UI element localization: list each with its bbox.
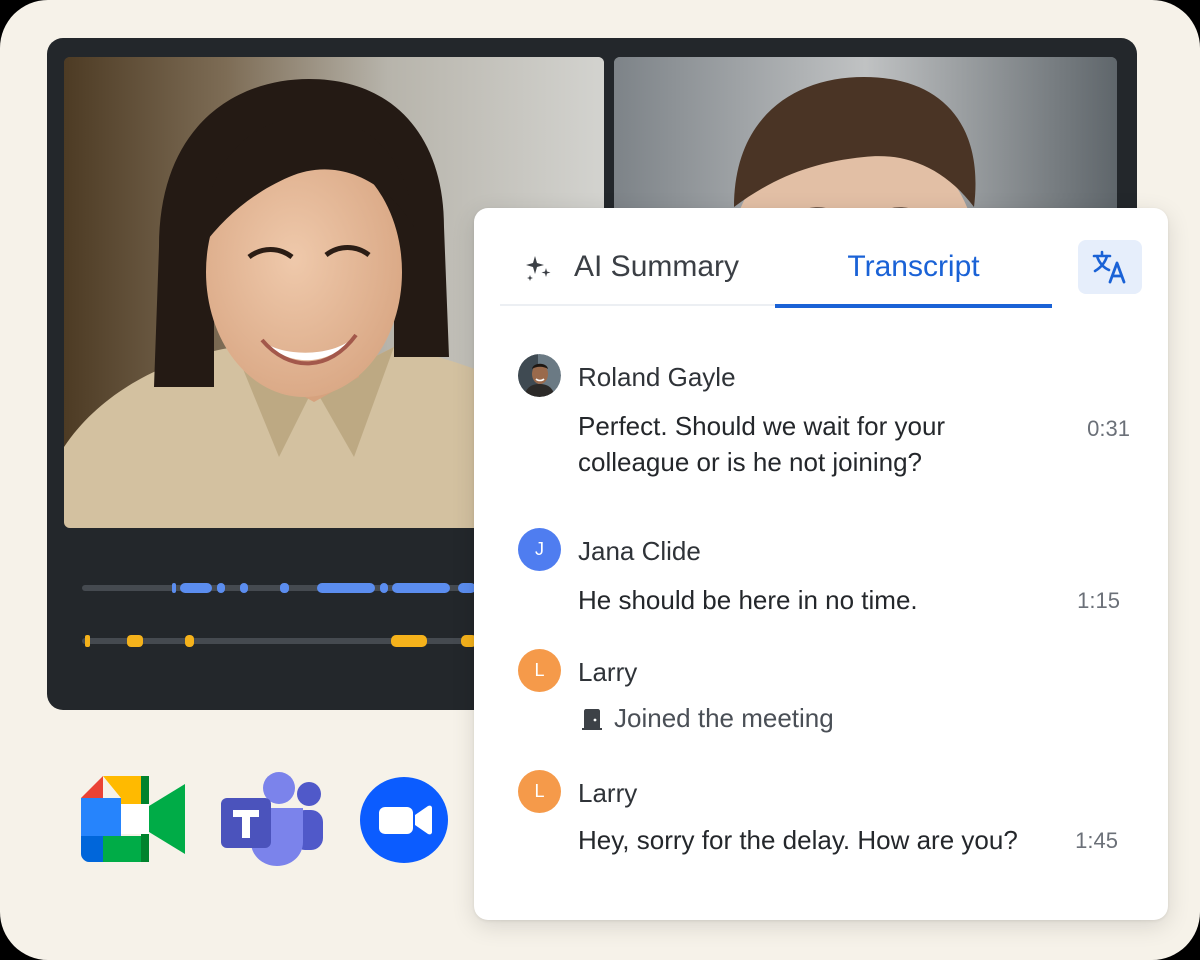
message-timestamp[interactable]: 0:31 xyxy=(1087,416,1130,442)
avatar-larry: L xyxy=(518,770,561,813)
avatar-jana-clide: J xyxy=(518,528,561,571)
tab-transcript-label: Transcript xyxy=(847,250,980,283)
microsoft-teams-logo xyxy=(221,772,323,866)
sparkle-icon xyxy=(526,256,551,281)
message-text-line: Perfect. Should we wait for your xyxy=(578,411,946,441)
marketing-canvas: AI Summary Transcript Roland Gayle Perfe… xyxy=(0,0,1200,960)
avatar-roland-gayle xyxy=(518,354,561,397)
transcript-entry: L Larry Hey, sorry for the delay. How ar… xyxy=(518,770,1132,860)
message-text: Perfect. Should we wait for your colleag… xyxy=(578,408,945,480)
zoom-logo xyxy=(360,777,448,863)
transcript-entry: J Jana Clide He should be here in no tim… xyxy=(518,528,1132,615)
speaker-name: Larry xyxy=(578,778,638,808)
event-text: Joined the meeting xyxy=(614,703,834,733)
translate-button[interactable] xyxy=(1078,240,1142,294)
tab-ai-summary[interactable]: AI Summary xyxy=(500,228,775,306)
speaker-name: Roland Gayle xyxy=(578,362,736,392)
message-text: Hey, sorry for the delay. How are you? xyxy=(578,825,1018,855)
speaker-name: Jana Clide xyxy=(578,536,701,566)
transcript-panel: AI Summary Transcript Roland Gayle Perfe… xyxy=(474,208,1168,920)
event-joined: Joined the meeting xyxy=(580,703,834,734)
timeline-speaker-1-segments xyxy=(172,583,476,593)
tab-ai-summary-label: AI Summary xyxy=(574,250,740,283)
transcript-entry: Roland Gayle Perfect. Should we wait for… xyxy=(518,354,1132,484)
message-timestamp[interactable]: 1:45 xyxy=(1075,828,1118,854)
tab-transcript[interactable]: Transcript xyxy=(775,228,1052,308)
speaker-name: Larry xyxy=(578,657,638,687)
panel-tabs: AI Summary Transcript xyxy=(500,228,1052,308)
message-text: He should be here in no time. xyxy=(578,585,918,615)
translate-icon xyxy=(1092,250,1126,284)
message-text-line: colleague or is he not joining? xyxy=(578,447,923,477)
message-timestamp[interactable]: 1:15 xyxy=(1077,588,1120,614)
transcript-event: L Larry Joined the meeting xyxy=(518,649,1132,739)
avatar-larry: L xyxy=(518,649,561,692)
google-meet-logo xyxy=(81,776,185,862)
timeline-speaker-2-segments xyxy=(85,635,477,647)
door-icon xyxy=(582,708,602,730)
